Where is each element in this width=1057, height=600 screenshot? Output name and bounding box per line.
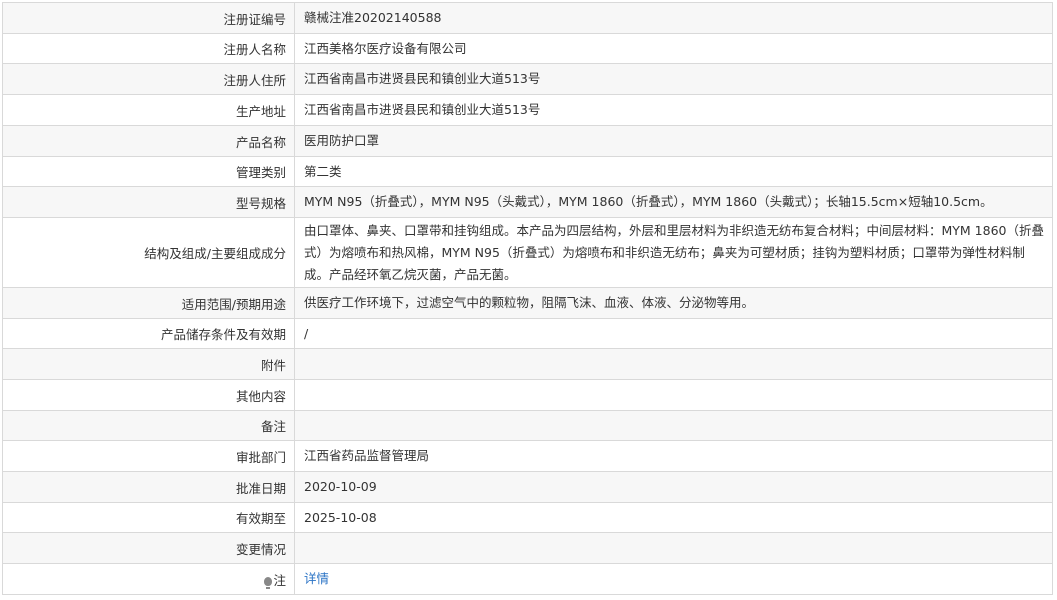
- field-label: 其他内容: [2, 379, 295, 411]
- field-value: 由口罩体、鼻夹、口罩带和挂钩组成。本产品为四层结构，外层和里层材料为非织造无纺布…: [294, 217, 1053, 288]
- details-link[interactable]: 详情: [304, 571, 329, 586]
- table-row: 注册证编号 赣械注准20202140588: [2, 2, 1053, 34]
- note-label-cell: 注: [2, 563, 295, 595]
- table-row: 注册人名称 江西美格尔医疗设备有限公司: [2, 33, 1053, 64]
- field-value: 供医疗工作环境下，过滤空气中的颗粒物，阻隔飞沫、血液、体液、分泌物等用。: [294, 287, 1053, 319]
- field-label: 有效期至: [2, 502, 295, 533]
- field-value: 江西省南昌市进贤县民和镇创业大道513号: [294, 94, 1053, 126]
- field-label: 型号规格: [2, 186, 295, 218]
- table-row: 附件: [2, 348, 1053, 380]
- table-row: 有效期至 2025-10-08: [2, 502, 1053, 533]
- table-row: 结构及组成/主要组成成分 由口罩体、鼻夹、口罩带和挂钩组成。本产品为四层结构，外…: [2, 217, 1053, 288]
- field-value: 江西美格尔医疗设备有限公司: [294, 33, 1053, 64]
- field-value: 2025-10-08: [294, 502, 1053, 533]
- field-value: 江西省南昌市进贤县民和镇创业大道513号: [294, 63, 1053, 95]
- table-row: 其他内容: [2, 379, 1053, 411]
- field-value: 第二类: [294, 156, 1053, 187]
- field-value: [294, 532, 1053, 564]
- table-row: 管理类别 第二类: [2, 156, 1053, 187]
- field-label: 注册人名称: [2, 33, 295, 64]
- field-label: 结构及组成/主要组成成分: [2, 217, 295, 288]
- field-value: 赣械注准20202140588: [294, 2, 1053, 34]
- note-label: 注: [273, 572, 286, 588]
- field-label: 附件: [2, 348, 295, 380]
- table-row: 变更情况: [2, 532, 1053, 564]
- field-label: 批准日期: [2, 471, 295, 503]
- table-row: 产品储存条件及有效期 /: [2, 318, 1053, 349]
- lightbulb-icon: [264, 576, 273, 589]
- table-row: 适用范围/预期用途 供医疗工作环境下，过滤空气中的颗粒物，阻隔飞沫、血液、体液、…: [2, 287, 1053, 319]
- note-value-cell: 详情: [294, 563, 1053, 595]
- field-label: 生产地址: [2, 94, 295, 126]
- table-row: 批准日期 2020-10-09: [2, 471, 1053, 503]
- table-row: 备注: [2, 410, 1053, 441]
- field-value: MYM N95（折叠式），MYM N95（头戴式），MYM 1860（折叠式），…: [294, 186, 1053, 218]
- field-value: [294, 379, 1053, 411]
- field-value: 医用防护口罩: [294, 125, 1053, 157]
- table-row: 型号规格 MYM N95（折叠式），MYM N95（头戴式），MYM 1860（…: [2, 186, 1053, 218]
- table-row: 注册人住所 江西省南昌市进贤县民和镇创业大道513号: [2, 63, 1053, 95]
- field-label: 产品储存条件及有效期: [2, 318, 295, 349]
- field-label: 注册证编号: [2, 2, 295, 34]
- field-label: 审批部门: [2, 440, 295, 472]
- field-label: 产品名称: [2, 125, 295, 157]
- registration-info-table: 注册证编号 赣械注准20202140588 注册人名称 江西美格尔医疗设备有限公…: [2, 2, 1053, 595]
- field-value: 2020-10-09: [294, 471, 1053, 503]
- field-value: /: [294, 318, 1053, 349]
- field-value: [294, 348, 1053, 380]
- field-value: [294, 410, 1053, 441]
- field-value: 江西省药品监督管理局: [294, 440, 1053, 472]
- field-label: 注册人住所: [2, 63, 295, 95]
- table-row: 产品名称 医用防护口罩: [2, 125, 1053, 157]
- field-label: 备注: [2, 410, 295, 441]
- field-label: 变更情况: [2, 532, 295, 564]
- table-row: 审批部门 江西省药品监督管理局: [2, 440, 1053, 472]
- field-label: 适用范围/预期用途: [2, 287, 295, 319]
- table-row: 生产地址 江西省南昌市进贤县民和镇创业大道513号: [2, 94, 1053, 126]
- field-label: 管理类别: [2, 156, 295, 187]
- note-row: 注 详情: [2, 563, 1053, 595]
